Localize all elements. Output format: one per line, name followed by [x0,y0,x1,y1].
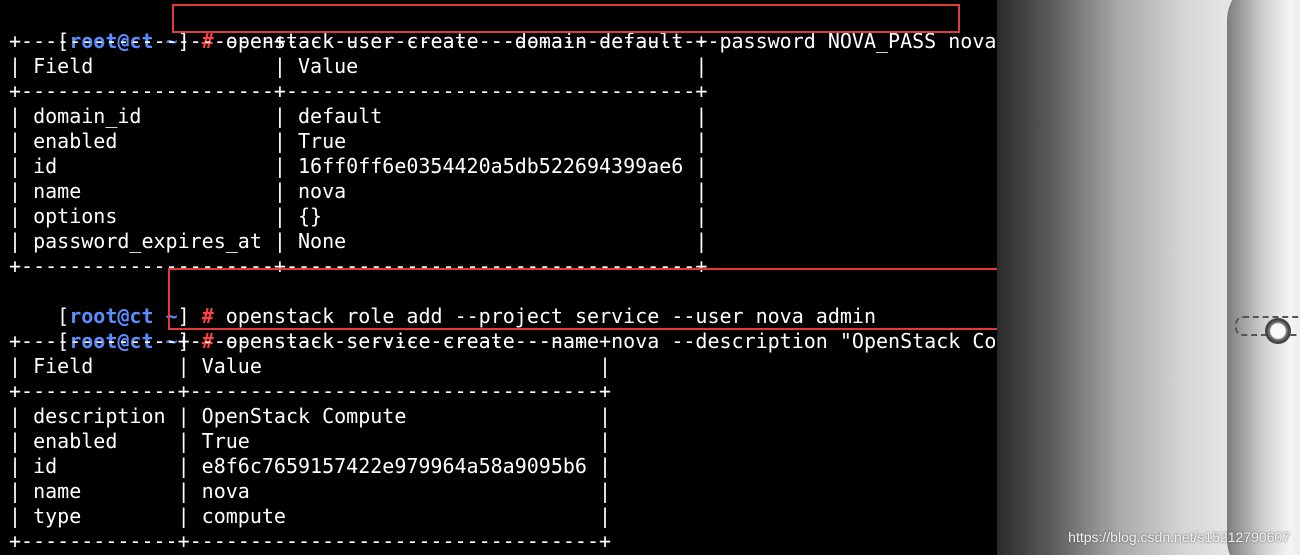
table-row: | type | compute | [9,504,612,528]
arm-image [1227,0,1300,555]
terminal-window[interactable]: [root@ct ~] # openstack user create --do… [0,0,1000,555]
table2-border-top: +-------------+-------------------------… [9,329,612,353]
table-row: | password_expires_at | None | [9,229,708,253]
prompt-line-2: [root@ct ~] # openstack role add --proje… [9,279,877,328]
table-row: | options | {} | [9,204,708,228]
table-row: | description | OpenStack Compute | [9,404,612,428]
table-row: | name | nova | [9,479,612,503]
table1-border-bottom: +---------------------+-----------------… [9,254,708,278]
table2-header: | Field | Value | [9,354,612,378]
table1-border-top: +---------------------+-----------------… [9,29,708,53]
table-row: | id | e8f6c7659157422e979964a58a9095b6 … [9,454,612,478]
background-photo [997,0,1300,555]
prompt-line-3: [root@ct ~] # openstack service create -… [9,304,1000,353]
table2-border-bottom: +-------------+-------------------------… [9,529,612,553]
prompt-line-1: [root@ct ~] # openstack user create --do… [9,4,996,53]
table1-header: | Field | Value | [9,54,708,78]
table-row: | name | nova | [9,179,708,203]
table1-border-mid: +---------------------+-----------------… [9,79,708,103]
watch-image [1265,318,1291,344]
table2-border-mid: +-------------+-------------------------… [9,379,612,403]
table-row: | enabled | True | [9,129,708,153]
table-row: | id | 16ff0ff6e0354420a5db522694399ae6 … [9,154,708,178]
table-row: | domain_id | default | [9,104,708,128]
watermark-text: https://blog.csdn.net/s15212790607 [1068,529,1290,545]
table-row: | enabled | True | [9,429,612,453]
